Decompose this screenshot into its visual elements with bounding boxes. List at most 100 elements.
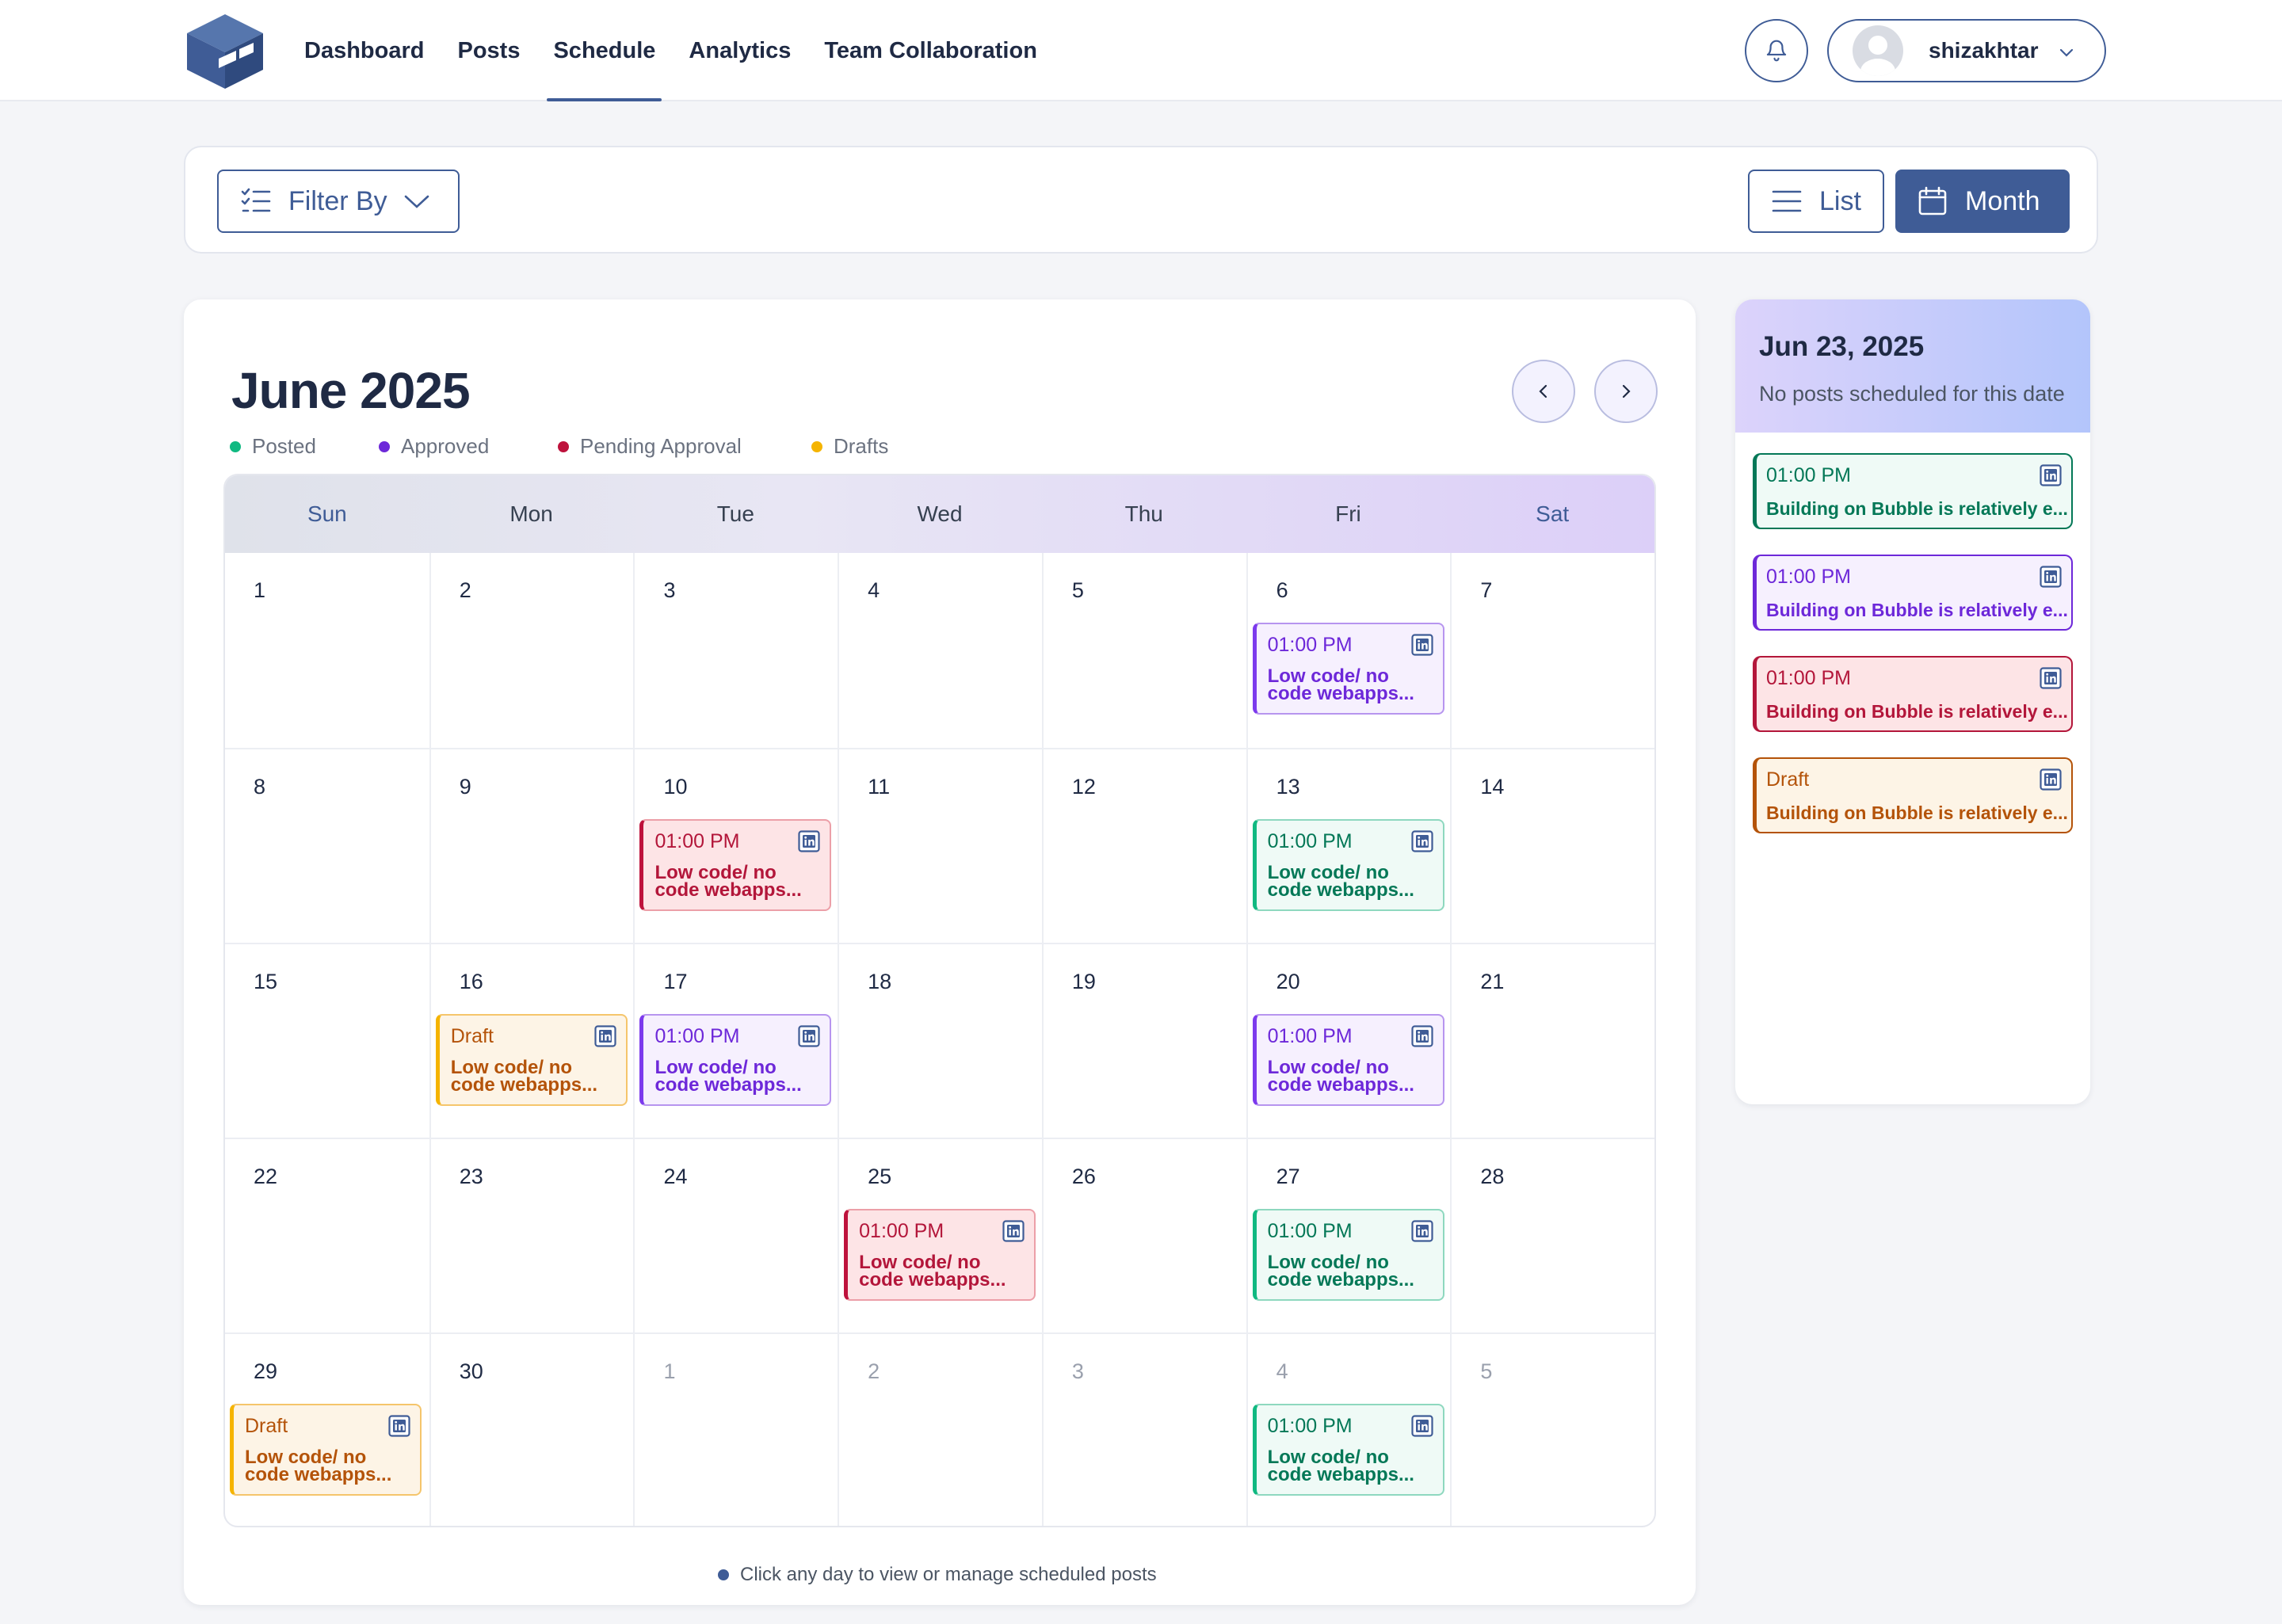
nav-analytics[interactable]: Analytics xyxy=(682,0,797,101)
day-cell[interactable]: 23 xyxy=(429,1139,634,1334)
day-number: 6 xyxy=(1276,578,1288,602)
day-cell[interactable]: 11 xyxy=(838,749,1042,944)
day-cell[interactable]: 22 xyxy=(225,1139,429,1334)
scheduled-post-card[interactable]: 01:00 PM Low code/ no code webapps... xyxy=(639,819,832,911)
user-name: shizakhtar xyxy=(1929,38,2039,63)
day-number: 20 xyxy=(1276,970,1300,993)
list-view-button[interactable]: List xyxy=(1748,170,1884,233)
day-cell[interactable]: 20 01:00 PM Low code/ no code webapps... xyxy=(1246,944,1451,1139)
scheduled-post-card[interactable]: Draft Low code/ no code webapps... xyxy=(435,1014,628,1106)
post-time: Draft xyxy=(1766,768,1810,791)
nav-team-collaboration[interactable]: Team Collaboration xyxy=(818,0,1044,101)
scheduled-post-card[interactable]: 01:00 PM Low code/ no code webapps... xyxy=(1252,1404,1444,1496)
day-cell[interactable]: 1 xyxy=(225,553,429,748)
legend-label: Posted xyxy=(252,434,316,458)
notifications-button[interactable] xyxy=(1745,19,1808,82)
post-time: 01:00 PM xyxy=(1766,667,1852,689)
day-cell[interactable]: 1 xyxy=(633,1334,838,1526)
scheduled-post-card[interactable]: 01:00 PM Low code/ no code webapps... xyxy=(1252,1014,1444,1106)
day-number: 22 xyxy=(254,1165,278,1188)
post-time: Draft xyxy=(245,1415,288,1437)
scheduled-post-card[interactable]: 01:00 PM Low code/ no code webapps... xyxy=(639,1014,832,1106)
nav-schedule[interactable]: Schedule xyxy=(547,0,662,101)
day-cell[interactable]: 12 xyxy=(1041,749,1246,944)
status-legend: Posted Approved Pending Approval Drafts xyxy=(230,434,888,459)
selected-date-header: Jun 23, 2025 No posts scheduled for this… xyxy=(1735,299,2090,433)
side-post-card[interactable]: 01:00 PM Building on Bubble is relatively… xyxy=(1753,453,2073,529)
day-cell[interactable]: 2 xyxy=(838,1334,1042,1526)
day-number: 3 xyxy=(663,578,676,602)
day-cell[interactable]: 26 xyxy=(1041,1139,1246,1334)
day-cell[interactable]: 14 xyxy=(1450,749,1654,944)
nav-posts[interactable]: Posts xyxy=(451,0,526,101)
selected-date-panel: Jun 23, 2025 No posts scheduled for this… xyxy=(1735,299,2090,1104)
day-cell[interactable]: 10 01:00 PM Low code/ no code webapps... xyxy=(633,749,838,944)
side-post-card[interactable]: Draft Building on Bubble is relatively e.… xyxy=(1753,757,2073,833)
day-cell[interactable]: 29 Draft Low code/ no code webapps... xyxy=(225,1334,429,1526)
post-preview-text: Low code/ no code webapps... xyxy=(654,862,802,901)
user-menu-button[interactable]: shizakhtar xyxy=(1827,19,2106,82)
day-number: 18 xyxy=(868,970,892,993)
day-cell[interactable]: 16 Draft Low code/ no code webapps... xyxy=(429,944,634,1139)
day-cell[interactable]: 3 xyxy=(633,553,838,748)
scheduled-post-card[interactable]: 01:00 PM Low code/ no code webapps... xyxy=(1252,623,1444,715)
post-preview-text: Low code/ no code webapps... xyxy=(1267,862,1414,901)
month-view-button[interactable]: Month xyxy=(1895,170,2070,233)
day-cell[interactable]: 19 xyxy=(1041,944,1246,1139)
legend-drafts: Drafts xyxy=(811,434,888,459)
day-cell[interactable]: 13 01:00 PM Low code/ no code webapps... xyxy=(1246,749,1451,944)
next-month-button[interactable] xyxy=(1594,360,1658,423)
day-cell[interactable]: 24 xyxy=(633,1139,838,1334)
day-cell[interactable]: 9 xyxy=(429,749,634,944)
day-cell[interactable]: 17 01:00 PM Low code/ no code webapps... xyxy=(633,944,838,1139)
calendar-month-title: June 2025 xyxy=(231,362,471,419)
scheduled-post-card[interactable]: 01:00 PM Low code/ no code webapps... xyxy=(1252,819,1444,911)
day-cell[interactable]: 4 01:00 PM Low code/ no code webapps... xyxy=(1246,1334,1451,1526)
day-cell[interactable]: 3 xyxy=(1041,1334,1246,1526)
day-number: 9 xyxy=(459,775,471,799)
day-cell[interactable]: 18 xyxy=(838,944,1042,1139)
day-cell[interactable]: 2 xyxy=(429,553,634,748)
day-cell[interactable]: 25 01:00 PM Low code/ no code webapps... xyxy=(838,1139,1042,1334)
scheduled-post-card[interactable]: Draft Low code/ no code webapps... xyxy=(230,1404,422,1496)
chevron-right-icon xyxy=(1622,384,1631,398)
day-number: 2 xyxy=(868,1359,880,1383)
app-logo-icon[interactable] xyxy=(184,11,266,90)
day-number: 1 xyxy=(254,578,266,602)
day-cell[interactable]: 4 xyxy=(838,553,1042,748)
day-cell[interactable]: 21 xyxy=(1450,944,1654,1139)
linkedin-icon xyxy=(1410,1025,1433,1047)
day-cell[interactable]: 27 01:00 PM Low code/ no code webapps... xyxy=(1246,1139,1451,1334)
previous-month-button[interactable] xyxy=(1512,360,1575,423)
post-preview-text: Low code/ no code webapps... xyxy=(1267,1252,1414,1290)
nav-dashboard[interactable]: Dashboard xyxy=(298,0,430,101)
day-cell[interactable]: 5 xyxy=(1041,553,1246,748)
list-icon xyxy=(1772,190,1802,212)
calendar-card: June 2025 Posted Approved Pending Approv… xyxy=(184,299,1696,1605)
side-post-card[interactable]: 01:00 PM Building on Bubble is relatively… xyxy=(1753,555,2073,631)
legend-posted: Posted xyxy=(230,434,379,459)
day-cell[interactable]: 7 xyxy=(1450,553,1654,748)
day-number: 1 xyxy=(663,1359,676,1383)
filter-by-button[interactable]: Filter By xyxy=(217,170,460,233)
calendar-icon xyxy=(1918,186,1947,215)
day-cell[interactable]: 5 xyxy=(1450,1334,1654,1526)
list-view-label: List xyxy=(1819,185,1861,216)
post-time: 01:00 PM xyxy=(1766,566,1852,588)
main-nav: Dashboard Posts Schedule Analytics Team … xyxy=(298,0,1064,101)
day-cell[interactable]: 28 xyxy=(1450,1139,1654,1334)
week-row: 22 23 24 25 01:00 PM Low code/ no code webapp… xyxy=(225,1138,1654,1334)
day-cells: 1 2 3 4 5 6 01:00 PM Low code/ no code webapps.… xyxy=(225,553,1654,1526)
side-post-card[interactable]: 01:00 PM Building on Bubble is relatively… xyxy=(1753,656,2073,732)
legend-dot xyxy=(811,440,822,452)
scheduled-post-card[interactable]: 01:00 PM Low code/ no code webapps... xyxy=(1252,1209,1444,1301)
weekday-sat: Sat xyxy=(1536,501,1570,526)
scheduled-post-card[interactable]: 01:00 PM Low code/ no code webapps... xyxy=(844,1209,1036,1301)
day-number: 27 xyxy=(1276,1165,1300,1188)
day-cell[interactable]: 6 01:00 PM Low code/ no code webapps... xyxy=(1246,553,1451,748)
day-cell[interactable]: 15 xyxy=(225,944,429,1139)
weekday-thu: Thu xyxy=(1124,501,1163,526)
day-cell[interactable]: 8 xyxy=(225,749,429,944)
filter-by-label: Filter By xyxy=(288,185,387,216)
day-cell[interactable]: 30 xyxy=(429,1334,634,1526)
